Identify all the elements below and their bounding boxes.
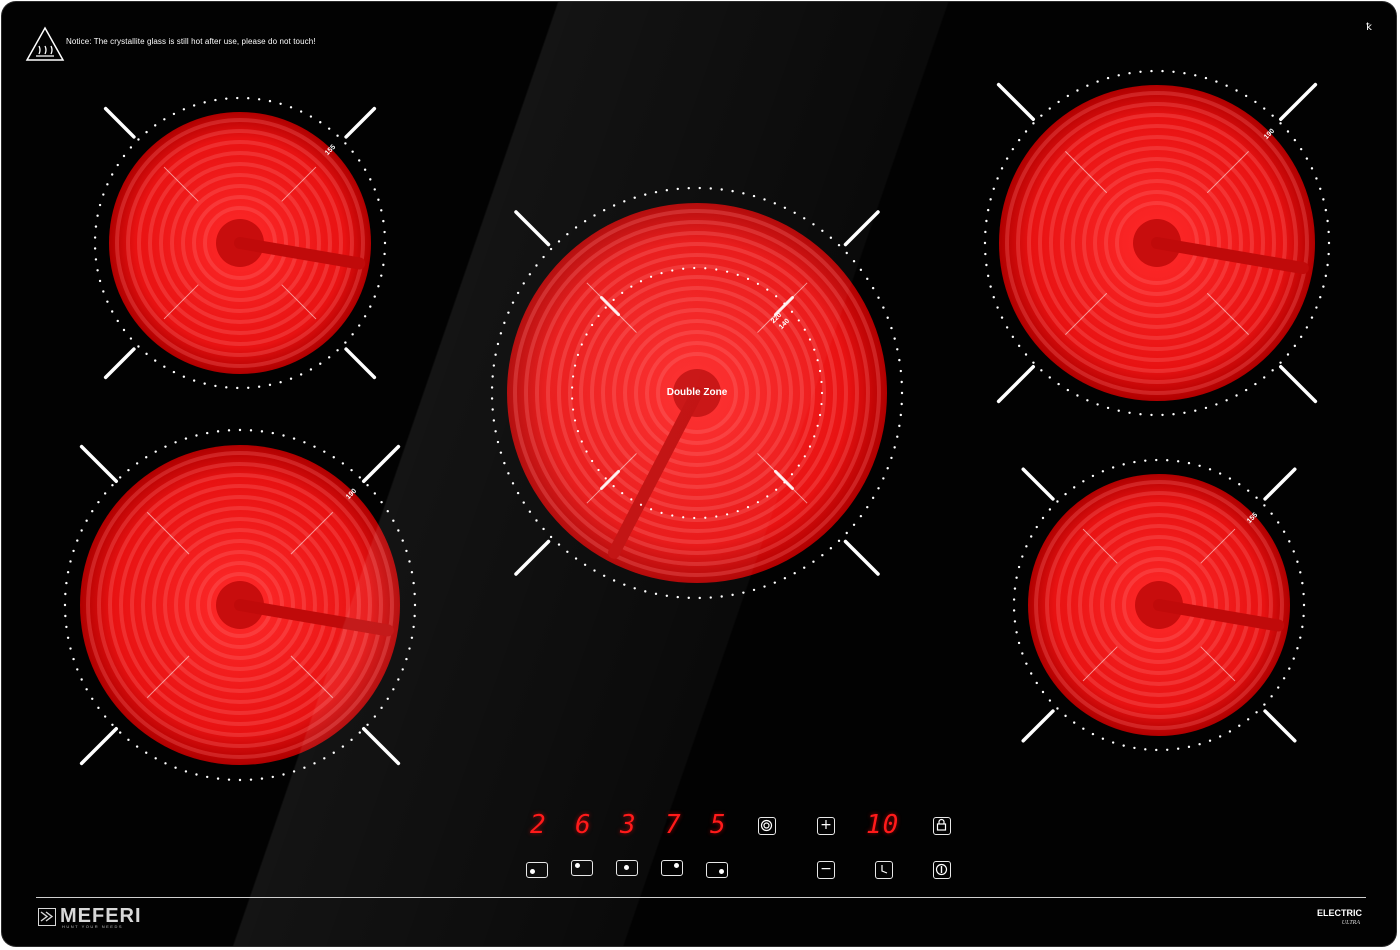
- cooking-zone-right-top: [983, 69, 1331, 417]
- hot-surface-warning-icon: [25, 26, 65, 61]
- zone-select-icon[interactable]: [571, 860, 593, 876]
- level-display-1: 2: [530, 810, 547, 840]
- double-zone-icon[interactable]: [758, 817, 776, 835]
- hot-surface-notice: Notice: The crystallite glass is still h…: [66, 37, 316, 46]
- level-display-4: 7: [665, 810, 682, 840]
- cooktop-graphics: [63, 69, 1331, 782]
- level-display-5: 5: [710, 810, 727, 840]
- model-name: ELECTRIC: [1317, 908, 1362, 918]
- panel-divider: [36, 897, 1366, 898]
- level-display-3: 3: [620, 810, 637, 840]
- double-zone-caption: Double Zone: [666, 387, 728, 398]
- clock-icon[interactable]: [875, 861, 893, 879]
- brand-tagline: HUNT YOUR NEEDS: [62, 924, 124, 929]
- model-subtitle: ULTRA: [1341, 920, 1360, 926]
- zone-select-icon[interactable]: [661, 860, 683, 876]
- level-display-2: 6: [575, 810, 592, 840]
- minus-icon[interactable]: −: [817, 861, 835, 879]
- cooking-zone-right-bottom: [1012, 458, 1306, 752]
- plus-icon[interactable]: +: [817, 817, 835, 835]
- zone-select-icon[interactable]: [616, 860, 638, 876]
- timer-display: 10: [866, 810, 900, 840]
- cooking-zone-front-left: [93, 96, 387, 390]
- zone-select-icon[interactable]: [526, 862, 548, 878]
- cooktop-glass: Notice: The crystallite glass is still h…: [2, 2, 1396, 946]
- brand-logo-icon: [38, 908, 56, 926]
- lock-icon[interactable]: [933, 817, 951, 835]
- zone-select-icon[interactable]: [706, 862, 728, 878]
- power-icon[interactable]: [933, 861, 951, 879]
- certification-icon: ꝁ: [1366, 22, 1372, 33]
- cooking-zone-rear-left: [63, 428, 417, 782]
